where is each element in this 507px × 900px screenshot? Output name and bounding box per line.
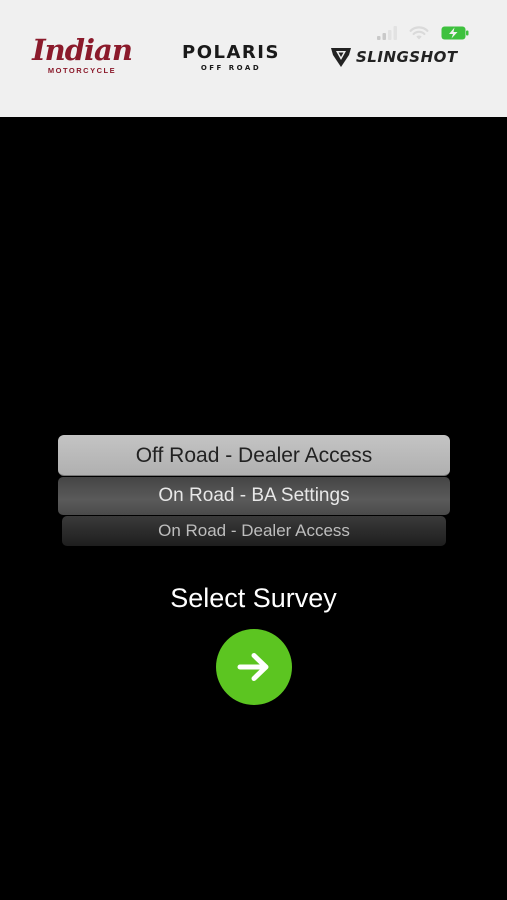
battery-charging-icon	[441, 26, 469, 40]
polaris-logo-word: POLARIS	[182, 42, 280, 63]
indian-motorcycle-logo: Indian MOTORCYCLE	[28, 33, 136, 76]
picker-option[interactable]: On Road - BA Settings	[58, 477, 450, 515]
cellular-signal-icon	[377, 26, 397, 40]
status-bar	[377, 26, 469, 40]
picker-option-selected[interactable]: Off Road - Dealer Access	[58, 435, 450, 476]
continue-button[interactable]	[216, 629, 292, 705]
indian-logo-word: Indian	[32, 33, 133, 67]
polaris-logo-subtitle: OFF ROAD	[200, 64, 262, 72]
slingshot-shield-icon	[331, 48, 351, 67]
indian-logo-subtitle: MOTORCYCLE	[47, 66, 117, 75]
brand-header: Indian MOTORCYCLE POLARIS OFF ROAD SLING…	[0, 0, 507, 117]
picker-option[interactable]: On Road - Dealer Access	[62, 516, 446, 546]
wifi-icon	[409, 26, 429, 40]
select-survey-label: Select Survey	[170, 583, 337, 613]
slingshot-logo-word: SLINGSHOT	[356, 48, 458, 66]
arrow-right-icon	[237, 653, 269, 681]
survey-select-screen: Indian MOTORCYCLE POLARIS OFF ROAD SLING…	[0, 0, 507, 900]
slingshot-logo: SLINGSHOT	[330, 46, 458, 68]
polaris-off-road-logo: POLARIS OFF ROAD	[176, 42, 286, 73]
